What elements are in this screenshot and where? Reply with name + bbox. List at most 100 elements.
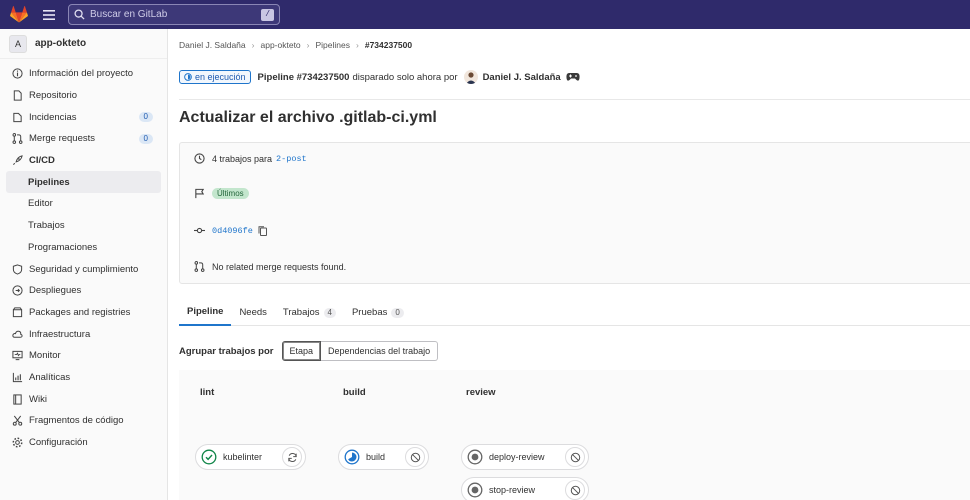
sidebar-item-label: Seguridad y cumplimiento [29, 263, 139, 275]
sidebar-item-packages-and-registries[interactable]: Packages and registries [0, 302, 167, 324]
sidebar-item-label: Trabajos [28, 220, 65, 232]
job-stop-review[interactable]: stop-review [461, 477, 589, 500]
sidebar-item-repositorio[interactable]: Repositorio [0, 85, 167, 107]
snippet-icon [12, 415, 23, 427]
clock-icon [194, 153, 205, 164]
search-shortcut-key: / [261, 8, 274, 21]
sidebar-item-analiticas[interactable]: Analíticas [0, 367, 167, 389]
pipeline-status-badge[interactable]: en ejecución [179, 70, 251, 84]
commit-sha-link[interactable]: 0d4096fe [212, 226, 253, 236]
sidebar-item-ci-cd[interactable]: CI/CD [0, 150, 167, 172]
issues-icon [12, 112, 23, 123]
stage-title-build: build [343, 387, 366, 398]
breadcrumb-item[interactable]: Daniel J. Saldaña [179, 40, 246, 50]
sidebar-item-seguridad-y-cumplimiento[interactable]: Seguridad y cumplimiento [0, 258, 167, 280]
sidebar-item-trabajos[interactable]: Trabajos [0, 215, 167, 237]
sidebar-item-label: Packages and registries [29, 306, 131, 318]
tab-jobs[interactable]: Trabajos 4 [275, 299, 344, 326]
branch-link[interactable]: 2-post [276, 154, 307, 164]
sidebar-project-header[interactable]: A app-okteto [0, 29, 167, 59]
merge-requests-text: No related merge requests found. [212, 261, 347, 272]
search-box[interactable]: / [68, 4, 280, 25]
sidebar-item-label: Infraestructura [29, 328, 91, 340]
tab-label: Trabajos [282, 307, 320, 318]
job-name: deploy-review [489, 452, 545, 462]
header-divider [179, 99, 970, 100]
cancel-icon[interactable] [565, 480, 585, 500]
sidebar-item-incidencias[interactable]: Incidencias 0 [0, 106, 167, 128]
job-deploy-review[interactable]: deploy-review [461, 444, 589, 470]
sidebar-item-pipelines[interactable]: Pipelines [6, 171, 161, 194]
sidebar-item-editor[interactable]: Editor [0, 193, 167, 215]
status-running-icon [344, 449, 360, 465]
info-icon [12, 68, 23, 79]
info-row-merge-requests: No related merge requests found. [194, 261, 346, 272]
settings-icon [12, 437, 23, 448]
sidebar-item-label: Pipelines [28, 176, 70, 188]
tab-label: Pruebas [351, 307, 388, 318]
sidebar-item-count: 0 [138, 112, 153, 123]
sidebar-item-label: Repositorio [29, 90, 78, 102]
sidebar-item-infraestructura[interactable]: Infraestructura [0, 323, 167, 345]
user-avatar[interactable] [463, 70, 478, 84]
flag-icon [194, 188, 205, 199]
sidebar-item-label: Programaciones [28, 241, 98, 253]
doc-icon [12, 90, 23, 101]
job-name: kubelinter [223, 452, 263, 462]
sidebar-item-label: Fragmentos de código [29, 415, 124, 427]
sidebar-item-label: Monitor [29, 350, 61, 362]
breadcrumb-item[interactable]: app-okteto [260, 40, 300, 50]
search-input[interactable] [90, 9, 262, 20]
group-by-stage-button[interactable]: Etapa [281, 341, 322, 361]
hamburger-menu-icon[interactable] [40, 6, 58, 24]
jobs-count-text: 4 trabajos para [212, 153, 273, 164]
sidebar-nav: Información del proyecto Repositorio Incid… [0, 59, 167, 453]
book-icon [12, 394, 23, 405]
copy-icon[interactable] [258, 225, 268, 236]
breadcrumb-separator: › [306, 40, 310, 50]
cancel-icon[interactable] [565, 447, 585, 467]
sidebar-item-label: Incidencias [29, 111, 77, 123]
breadcrumb-item[interactable]: Pipelines [316, 40, 351, 50]
job-build[interactable]: build [338, 444, 429, 470]
job-kubelinter[interactable]: kubelinter [195, 444, 306, 470]
package-icon [12, 307, 23, 318]
sidebar-item-informacion-del-proyecto[interactable]: Información del proyecto [0, 63, 167, 85]
info-row-commit: 0d4096fe [194, 225, 268, 236]
tab-label: Needs [239, 307, 267, 318]
tab-tests[interactable]: Pruebas 0 [344, 299, 412, 326]
pipeline-graph: lint build review kubelinter build deplo… [179, 370, 970, 500]
cloud-icon [12, 329, 23, 340]
merge-request-icon [194, 261, 205, 272]
breadcrumb-separator: › [356, 40, 359, 50]
status-success-icon [201, 449, 217, 465]
group-by-dependencies-button[interactable]: Dependencias del trabajo [321, 341, 439, 361]
status-created-icon [467, 449, 483, 465]
sidebar-item-wiki[interactable]: Wiki [0, 388, 167, 410]
stage-title-review: review [466, 387, 496, 398]
sidebar-item-label: Wiki [29, 393, 47, 405]
tab-pipeline[interactable]: Pipeline [179, 299, 232, 326]
gitlab-logo-icon[interactable] [10, 6, 28, 24]
tab-needs[interactable]: Needs [231, 299, 274, 326]
sidebar-item-despliegues[interactable]: Despliegues [0, 280, 167, 302]
tab-label: Pipeline [187, 306, 224, 317]
main-content: Daniel J. Saldaña › app-okteto › Pipelin… [168, 29, 970, 500]
pipeline-user-name[interactable]: Daniel J. Saldaña [483, 72, 561, 83]
sidebar-item-monitor[interactable]: Monitor [0, 345, 167, 367]
sidebar-item-configuracion[interactable]: Configuración [0, 432, 167, 454]
sidebar-item-merge-requests[interactable]: Merge requests 0 [0, 128, 167, 150]
monitor-icon [12, 350, 23, 361]
sidebar-item-count: 0 [138, 133, 153, 144]
sidebar-item-programaciones[interactable]: Programaciones [0, 237, 167, 259]
info-row-jobs: 4 trabajos para 2-post [194, 153, 307, 164]
sidebar-item-label: Merge requests [29, 133, 96, 145]
commit-icon [194, 225, 205, 236]
sidebar-item-label: Editor [28, 198, 53, 210]
retry-icon[interactable] [282, 447, 302, 467]
cancel-icon[interactable] [405, 447, 425, 467]
breadcrumb-current[interactable]: #734237500 [365, 40, 412, 50]
chart-icon [12, 372, 23, 383]
sidebar-item-fragmentos-de-codigo[interactable]: Fragmentos de código [0, 410, 167, 432]
pipeline-status-text: en ejecución [195, 72, 246, 82]
